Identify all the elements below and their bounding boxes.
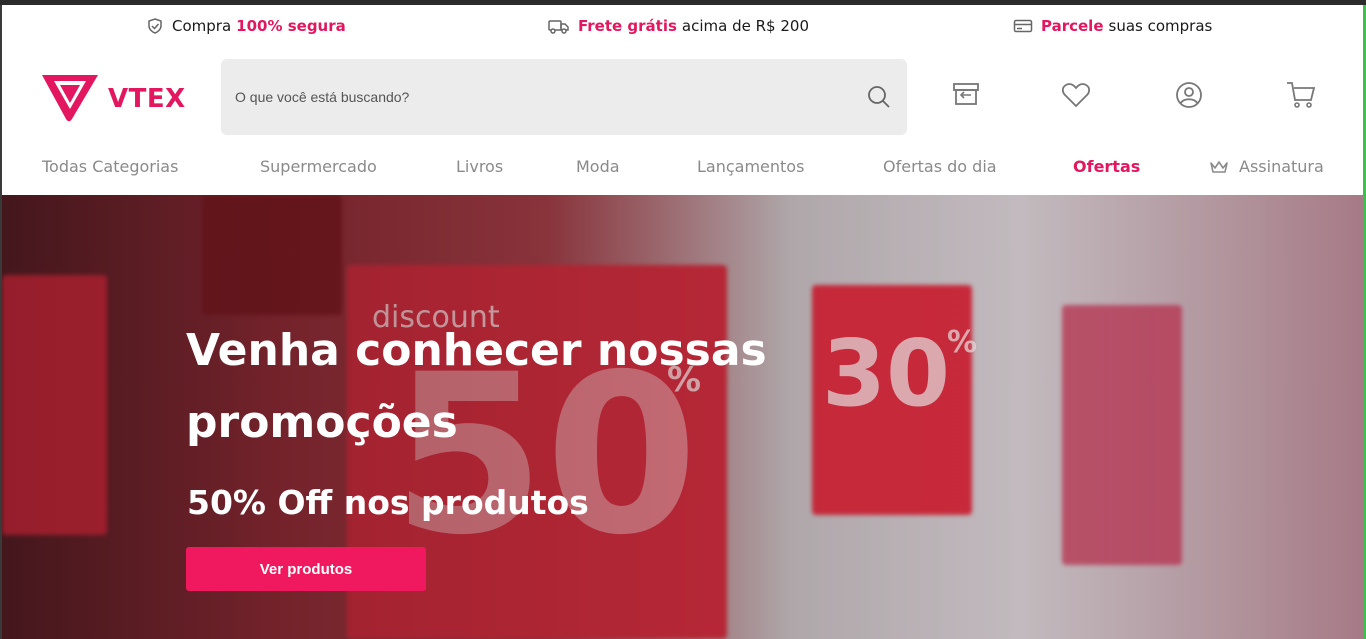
vtex-logo-icon [40, 71, 100, 127]
promo-free-shipping: Frete grátis acima de R$ 200 [548, 17, 809, 35]
promo-installments: Parcele suas compras [1013, 17, 1212, 35]
nav-item-ofertas-do-dia[interactable]: Ofertas do dia [883, 157, 997, 176]
promo-bar: Compra 100% segura Frete grátis acima de… [2, 5, 1363, 49]
promo-highlight: 100% segura [236, 17, 346, 35]
promo-suffix: suas compras [1108, 17, 1213, 35]
ver-produtos-button[interactable]: Ver produtos [186, 547, 426, 591]
promo-highlight: Parcele [1041, 17, 1104, 35]
category-nav: Todas Categorias Supermercado Livros Mod… [2, 157, 1363, 181]
promo-prefix: Compra [172, 17, 232, 35]
hero-banner: discount 50 % 30 % Venha conhecer nossas… [2, 195, 1363, 639]
search-icon[interactable] [865, 83, 893, 111]
shield-check-icon [146, 18, 164, 34]
nav-item-livros[interactable]: Livros [456, 157, 503, 176]
truck-icon [548, 18, 570, 34]
nav-item-assinatura[interactable]: Assinatura [1209, 157, 1324, 176]
search-bar [221, 59, 907, 135]
nav-item-moda[interactable]: Moda [576, 157, 620, 176]
search-input[interactable] [235, 89, 835, 105]
nav-item-ofertas[interactable]: Ofertas [1073, 157, 1140, 176]
promo-secure: Compra 100% segura [146, 17, 351, 35]
hero-subtitle: 50% Off nos produtos [187, 483, 589, 522]
nav-item-todas-categorias[interactable]: Todas Categorias [42, 157, 178, 176]
promo-suffix: acima de R$ 200 [681, 17, 809, 35]
vtex-logo[interactable]: VTEX [40, 71, 186, 127]
nav-item-label: Assinatura [1239, 157, 1324, 176]
cart-icon[interactable] [1285, 79, 1317, 111]
gift-box-icon[interactable] [950, 77, 982, 109]
nav-item-supermercado[interactable]: Supermercado [260, 157, 377, 176]
logo-text: VTEX [108, 84, 186, 114]
page: Compra 100% segura Frete grátis acima de… [2, 5, 1363, 639]
user-icon[interactable] [1173, 79, 1205, 111]
promo-highlight: Frete grátis [578, 17, 677, 35]
crown-icon [1209, 159, 1229, 175]
hero-title: Venha conhecer nossas promoções [186, 325, 767, 448]
nav-item-lancamentos[interactable]: Lançamentos [697, 157, 804, 176]
credit-card-icon [1013, 18, 1033, 34]
heart-icon[interactable] [1060, 79, 1092, 111]
